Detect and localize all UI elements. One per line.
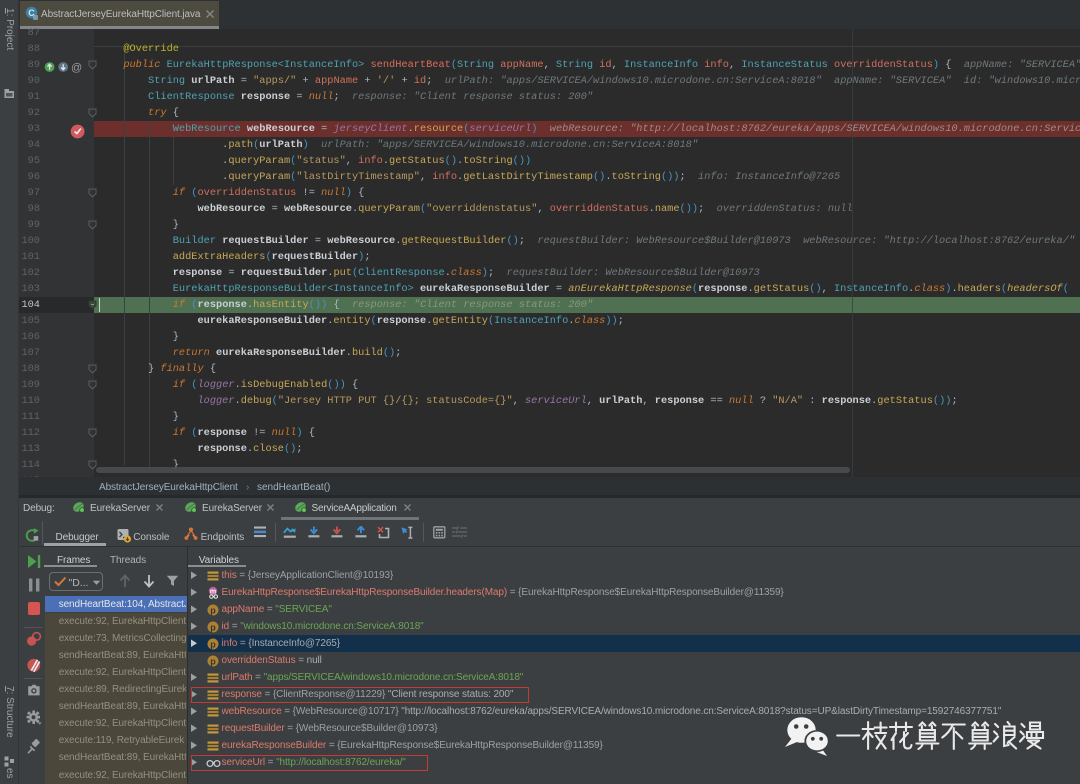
svg-text:p: p	[210, 639, 216, 649]
svg-text:p: p	[210, 622, 216, 632]
svg-text:p: p	[210, 605, 216, 615]
svg-text:p: p	[210, 656, 216, 666]
svg-text:@: @	[71, 62, 82, 73]
